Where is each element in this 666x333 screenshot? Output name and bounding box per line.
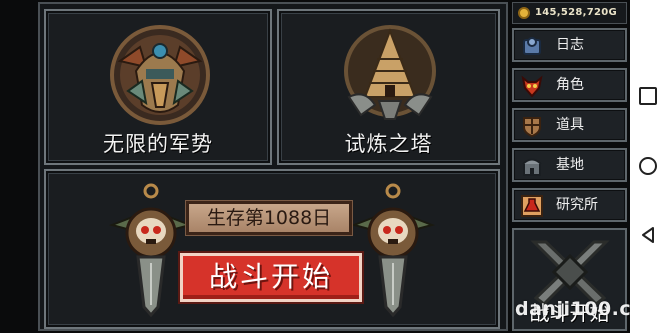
sidebar-item-label: 角色	[556, 77, 584, 93]
system-nav-bar	[630, 0, 666, 333]
gold-counter: 145,528,720G	[512, 2, 627, 24]
survival-day-banner: 生存第1088日	[186, 201, 352, 235]
mode-infinite-army[interactable]: 无限的军势	[44, 9, 272, 165]
sidebar-item-journal[interactable]: 日志	[512, 28, 627, 62]
back-icon[interactable]	[639, 226, 657, 244]
skull-totem-right-icon	[350, 183, 436, 318]
game-screen: 无限的军势 试炼之塔 生存第1088日 战斗开始 145,528,720G 日志…	[0, 0, 666, 333]
sidebar-item-label: 研究所	[556, 197, 598, 213]
crossed-swords-icon	[530, 240, 610, 306]
shield-icon	[523, 117, 541, 138]
home-button[interactable]	[639, 157, 657, 175]
sidebar-item-label: 基地	[556, 157, 584, 173]
mode-trial-tower[interactable]: 试炼之塔	[277, 9, 500, 165]
infinite-army-title: 无限的军势	[103, 132, 213, 156]
sidebar-item-items[interactable]: 道具	[512, 108, 627, 142]
survival-panel	[44, 169, 500, 329]
sidebar-item-base[interactable]: 基地	[512, 148, 627, 182]
helmet-emblem-icon	[110, 25, 210, 125]
sidebar-item-label: 日志	[556, 37, 584, 53]
tower-emblem-icon	[344, 25, 436, 120]
gold-coin-icon	[518, 7, 530, 19]
trial-tower-title: 试炼之塔	[344, 132, 433, 156]
sidebar-item-laboratory[interactable]: 研究所	[512, 188, 627, 222]
sidebar-item-characters[interactable]: 角色	[512, 68, 627, 102]
recent-apps-button[interactable]	[639, 87, 657, 105]
sidebar-item-label: 道具	[556, 117, 584, 133]
demon-mask-icon	[521, 75, 543, 98]
journal-icon	[523, 37, 541, 55]
potion-icon	[521, 195, 543, 217]
start-battle-button[interactable]: 战斗开始	[180, 253, 362, 302]
gold-amount: 145,528,720G	[535, 7, 618, 18]
base-icon	[522, 158, 542, 176]
